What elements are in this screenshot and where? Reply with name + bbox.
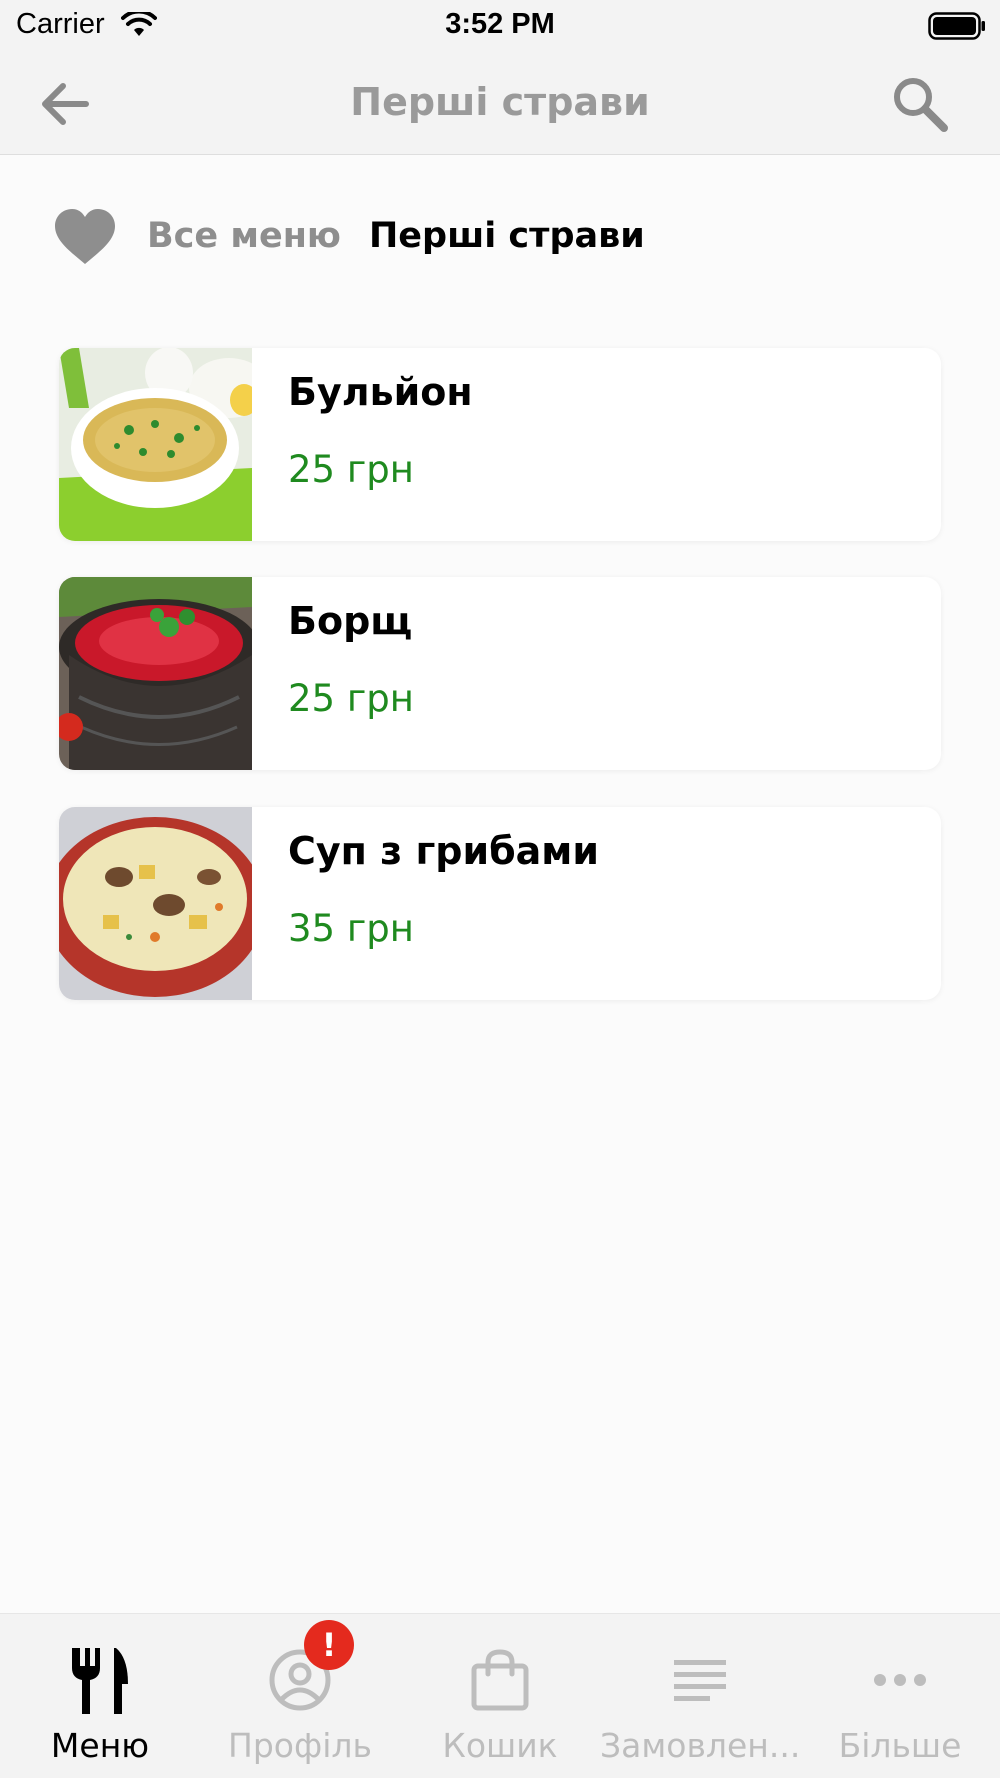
status-bar: Carrier 3:52 PM bbox=[0, 0, 1000, 54]
status-time: 3:52 PM bbox=[445, 8, 555, 40]
dish-name: Борщ bbox=[288, 599, 413, 643]
search-icon bbox=[894, 78, 948, 132]
tab-menu[interactable]: Меню bbox=[0, 1614, 200, 1778]
breadcrumb: Все меню Перші страви bbox=[0, 200, 1000, 280]
tab-bar: Меню ! Профіль Кошик Замовлен... Більше bbox=[0, 1613, 1000, 1778]
tab-label: Більше bbox=[838, 1726, 962, 1765]
tab-cart[interactable]: Кошик bbox=[400, 1614, 600, 1778]
battery-icon bbox=[928, 12, 985, 40]
tab-label: Меню bbox=[50, 1726, 150, 1765]
dish-name: Суп з грибами bbox=[288, 829, 599, 873]
dish-card-borscht[interactable]: Борщ 25 грн bbox=[59, 577, 941, 770]
dish-price: 25 грн bbox=[288, 677, 414, 720]
dish-image-broth bbox=[59, 348, 252, 541]
dish-image-borscht bbox=[59, 577, 252, 770]
tab-orders[interactable]: Замовлен... bbox=[600, 1614, 800, 1778]
tab-more[interactable]: Більше bbox=[800, 1614, 1000, 1778]
dish-price: 35 грн bbox=[288, 907, 414, 950]
tab-label: Кошик bbox=[442, 1726, 558, 1765]
breadcrumb-current: Перші страви bbox=[369, 216, 645, 256]
more-icon bbox=[874, 1674, 926, 1686]
navigation-bar: Перші страви bbox=[0, 54, 1000, 155]
dish-card-broth[interactable]: Бульйон 25 грн bbox=[59, 348, 941, 541]
search-button[interactable] bbox=[890, 74, 950, 134]
tab-profile[interactable]: ! Профіль bbox=[200, 1614, 400, 1778]
dish-image-mushroom-soup bbox=[59, 807, 252, 1000]
tab-label: Замовлен... bbox=[600, 1726, 800, 1765]
breadcrumb-all-menu[interactable]: Все меню bbox=[147, 216, 341, 256]
fork-knife-icon bbox=[72, 1648, 128, 1714]
list-icon bbox=[674, 1660, 726, 1701]
dish-price: 25 грн bbox=[288, 448, 414, 491]
dish-card-mushroom-soup[interactable]: Суп з грибами 35 грн bbox=[59, 807, 941, 1000]
heart-icon[interactable] bbox=[53, 208, 117, 266]
notification-badge: ! bbox=[304, 1620, 354, 1670]
tab-label: Профіль bbox=[228, 1726, 372, 1765]
shopping-bag-icon bbox=[471, 1649, 529, 1711]
dish-name: Бульйон bbox=[288, 370, 473, 414]
page-title: Перші страви bbox=[350, 80, 650, 124]
